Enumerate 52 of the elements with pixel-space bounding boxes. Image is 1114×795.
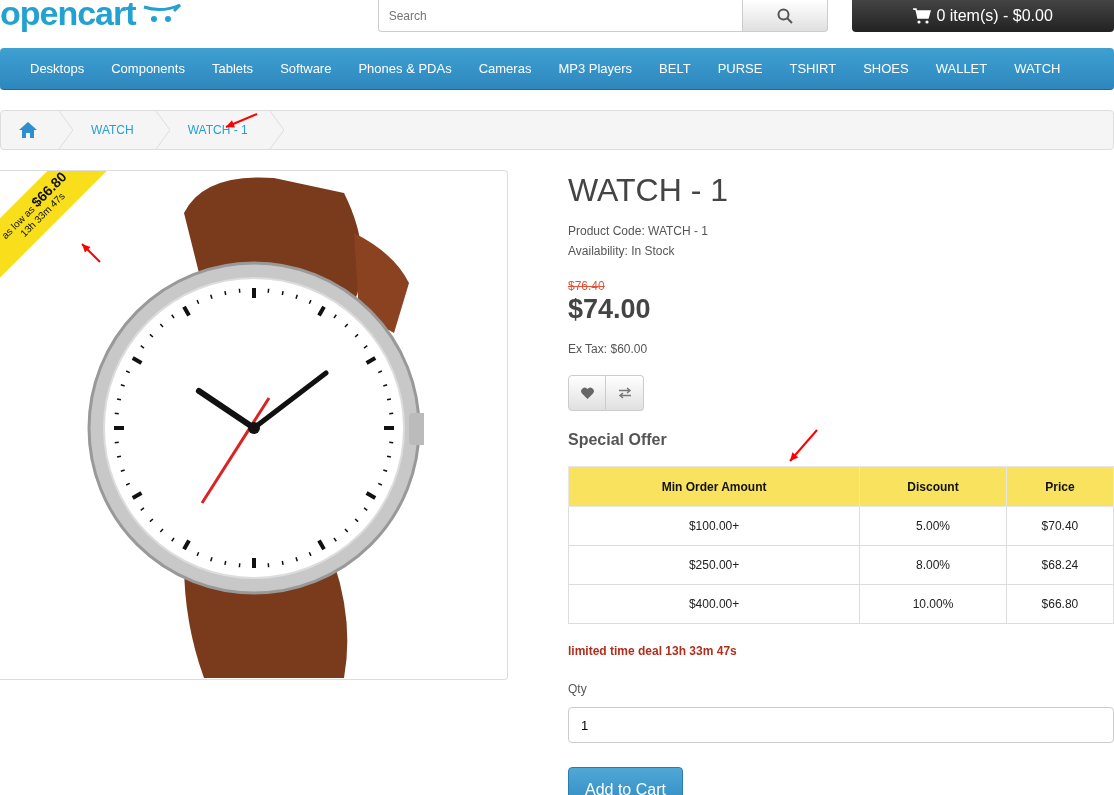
table-cell: 10.00% [859,584,1007,624]
product-code: Product Code: WATCH - 1 [568,223,710,240]
ex-tax-text: Ex Tax: $60.00 [568,341,649,358]
add-to-cart-button[interactable]: Add to Cart [568,767,683,795]
home-icon[interactable] [19,122,37,138]
compare-button[interactable] [606,375,644,411]
table-cell: $68.24 [1006,545,1114,585]
menu-link[interactable]: Desktops [18,61,100,76]
menu-link[interactable]: Cameras [466,61,547,76]
qty-label: Qty [568,682,588,696]
cart-logo-icon [141,3,182,23]
table-cell: $66.80 [1006,584,1114,624]
table-cell: $400.00+ [568,584,860,624]
logo-text[interactable]: opencart [0,0,136,32]
table-cell: $70.40 [1006,506,1114,546]
menu-link[interactable]: SHOES [851,61,924,76]
table-cell: 8.00% [859,545,1007,585]
annotation-arrow [80,242,102,264]
product-price: $74.00 [568,294,652,325]
menu-link[interactable]: TSHIRT [777,61,852,76]
column-header: Price [1006,466,1114,507]
column-header: Min Order Amount [568,466,860,507]
menu-link[interactable]: Software [268,61,347,76]
cart-button[interactable]: 0 item(s) - $0.00 [852,0,1114,32]
menu-link[interactable]: WALLET [923,61,1003,76]
menu-link[interactable]: MP3 Players [546,61,648,76]
product-title: WATCH - 1 [568,172,729,209]
search-button[interactable] [742,0,829,32]
menu-link[interactable]: Phones & PDAs [346,61,467,76]
table-cell: 5.00% [859,506,1007,546]
table-cell: $250.00+ [568,545,860,585]
availability-text: Availability: In Stock [568,243,676,260]
menu-link[interactable]: PURSE [705,61,778,76]
breadcrumb-link[interactable]: WATCH - 1 [169,111,270,149]
annotation-arrow [788,428,819,463]
deal-countdown: limited time deal 13h 33m 47s [568,644,738,658]
menu-link[interactable]: Tablets [199,61,269,76]
special-offer-heading: Special Offer [568,431,667,449]
column-header: Discount [859,466,1007,507]
table-cell: $100.00+ [568,506,860,546]
menu-link[interactable]: WATCH [1002,61,1076,76]
wishlist-button[interactable] [568,375,606,411]
search-field[interactable]: Search [377,0,743,32]
qty-input[interactable]: 1 [568,707,1114,743]
search-icon [777,7,794,24]
cart-icon [913,8,932,24]
swap-arrows-icon [617,387,632,399]
menu-link[interactable]: BELT [647,61,706,76]
menu-link[interactable]: Components [99,61,200,76]
heart-icon [580,387,594,399]
breadcrumb-link[interactable]: WATCH [73,111,156,149]
old-price: $76.40 [568,279,605,293]
